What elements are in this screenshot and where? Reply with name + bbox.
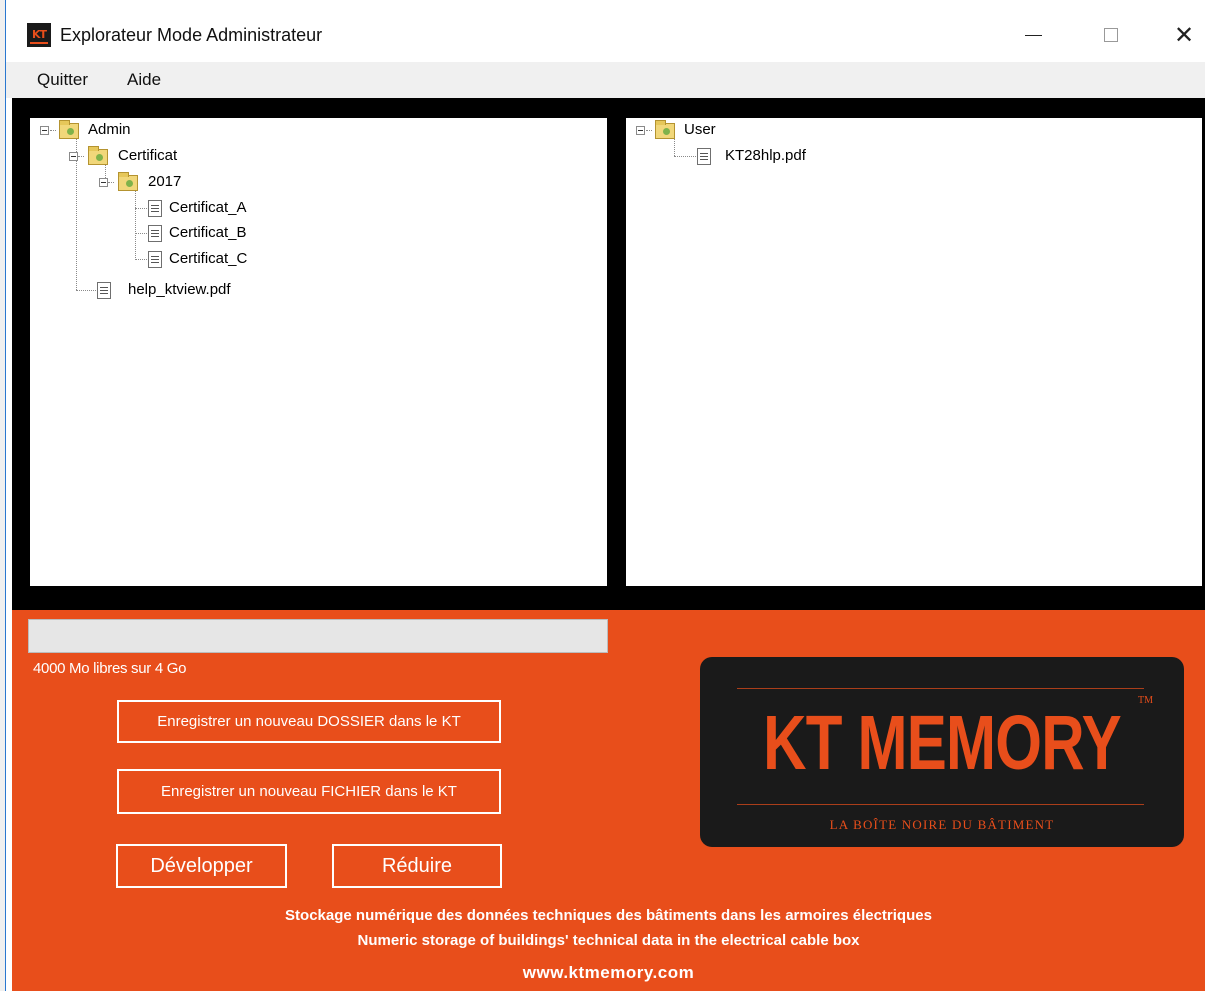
tree-node-certificat-b[interactable]: Certificat_B [147,221,347,245]
document-icon [97,282,111,299]
tree-node-user[interactable]: User [636,118,836,142]
document-icon [148,200,162,217]
tree-node-2017[interactable]: 2017 [98,170,298,194]
collapse-icon[interactable] [40,126,49,135]
tree-connector [135,259,147,260]
folder-icon [59,120,79,139]
logo-wordmark: KT MEMORY [763,700,1122,786]
window-left-border [5,0,6,991]
tree-connector [135,208,147,209]
collapse-icon[interactable] [69,152,78,161]
tree-node-certificat-c[interactable]: Certificat_C [147,247,347,271]
tree-node-help-ktview[interactable]: help_ktview.pdf [96,278,316,302]
tree-node-kt28hlp[interactable]: KT28hlp.pdf [696,144,896,168]
new-folder-button[interactable]: Enregistrer un nouveau DOSSIER dans le K… [117,700,501,743]
logo-rule-top [737,688,1144,689]
tree-connector [674,156,696,157]
folder-icon [88,146,108,165]
minimize-button[interactable] [1010,18,1056,52]
admin-tree-view[interactable]: Admin Certificat 2017 Certificat_A Certi… [30,118,607,586]
folder-icon [655,120,675,139]
expand-button[interactable]: Développer [116,844,287,888]
tree-node-certificat-a[interactable]: Certificat_A [147,196,347,220]
collapse-icon[interactable] [99,178,108,187]
document-icon [697,148,711,165]
tree-node-label: Admin [88,121,131,138]
tree-node-label: 2017 [148,173,182,190]
tree-node-label: Certificat_C [169,250,248,267]
tree-node-label: Certificat_B [169,224,247,241]
maximize-button[interactable] [1088,18,1134,52]
tree-node-label: User [684,121,716,138]
tree-node-label: Certificat [118,147,178,164]
tree-node-label: help_ktview.pdf [128,281,231,298]
logo-tagline: LA BOÎTE NOIRE DU BÂTIMENT [829,817,1055,832]
menu-quit[interactable]: Quitter [37,70,88,90]
minimize-icon [1025,35,1042,36]
new-file-button[interactable]: Enregistrer un nouveau FICHIER dans le K… [117,769,501,814]
storage-progress-bar [28,619,608,653]
website-link[interactable]: www.ktmemory.com [12,963,1205,983]
collapse-icon[interactable] [636,126,645,135]
collapse-button[interactable]: Réduire [332,844,502,888]
folder-icon [118,172,138,191]
tree-connector [76,290,96,291]
logo-trademark: TM [1138,695,1153,706]
close-icon: ✕ [1173,21,1195,49]
tree-connector [135,190,136,260]
maximize-icon [1104,28,1118,42]
logo-rule-bottom [737,804,1144,805]
tree-connector [135,233,147,234]
storage-free-text: 4000 Mo libres sur 4 Go [33,660,187,677]
document-icon [148,225,162,242]
document-icon [148,251,162,268]
tree-node-label: Certificat_A [169,199,247,216]
tree-node-label: KT28hlp.pdf [725,147,806,164]
tree-node-admin[interactable]: Admin [40,118,240,142]
close-button[interactable]: ✕ [1161,18,1205,52]
footer-text-fr: Stockage numérique des données technique… [285,907,932,924]
menu-help[interactable]: Aide [127,70,161,90]
menu-bar: Quitter Aide [6,62,1205,98]
tree-node-certificat[interactable]: Certificat [68,144,268,168]
kt-memory-logo: KT MEMORY TM LA BOÎTE NOIRE DU BÂTIMENT [700,657,1184,847]
kt-app-icon: KT [27,23,51,47]
footer-text-en: Numeric storage of buildings' technical … [357,932,860,949]
user-tree-view[interactable]: User KT28hlp.pdf [626,118,1202,586]
window-title: Explorateur Mode Administrateur [60,25,323,45]
title-bar: KT Explorateur Mode Administrateur ✕ [6,0,1205,68]
